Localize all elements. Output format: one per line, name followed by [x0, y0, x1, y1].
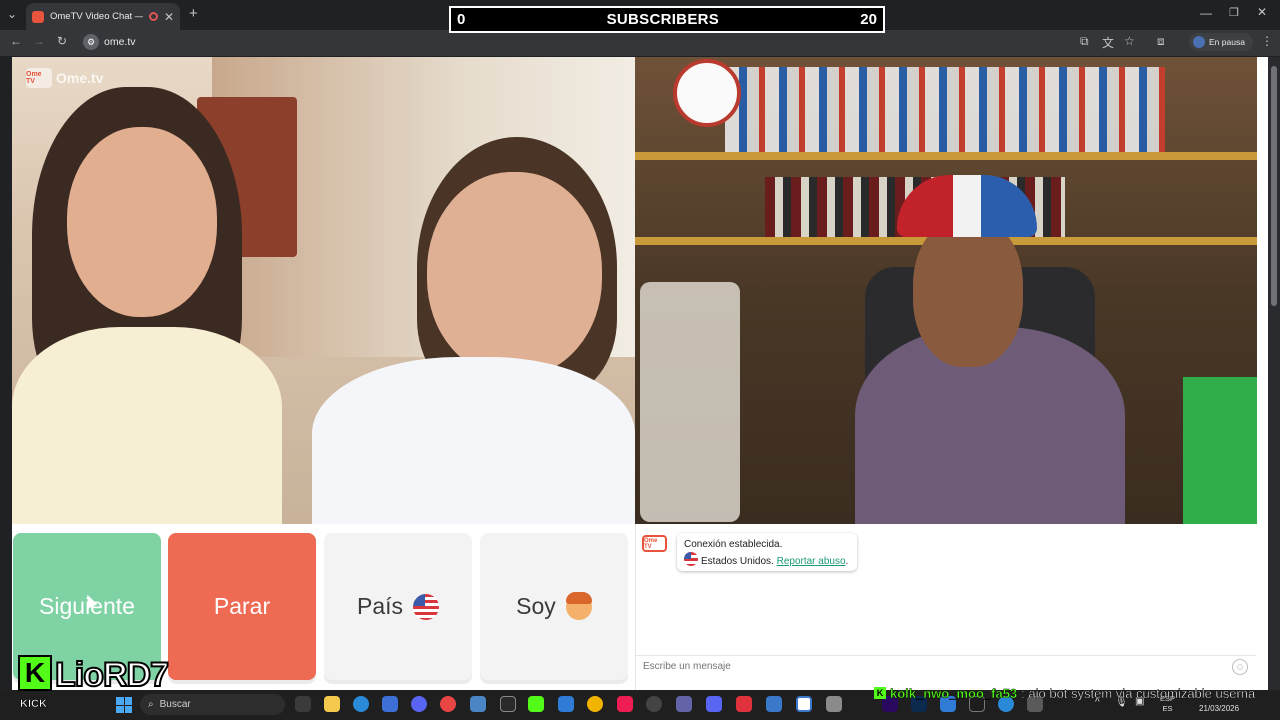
cast-icon[interactable]: ⧉ [1080, 34, 1089, 49]
tiktok-icon[interactable] [617, 696, 633, 712]
stranger-video [12, 57, 635, 524]
wall-clock [673, 59, 741, 127]
stop-button-label: Parar [213, 593, 271, 619]
forward-arrow-icon[interactable]: → [33, 34, 45, 48]
chrome-icon[interactable] [587, 696, 603, 712]
window-close-icon[interactable]: ✕ [1257, 5, 1267, 19]
kebab-menu-icon[interactable]: ⋮ [1261, 34, 1273, 48]
app-icon[interactable] [706, 696, 722, 712]
person-body [12, 327, 282, 524]
profile-button[interactable]: En pausa [1189, 33, 1253, 51]
translate-icon[interactable]: 文 [1102, 34, 1114, 51]
self-video [635, 57, 1257, 524]
subscriber-label: SUBSCRIBERS [606, 11, 720, 28]
ometv-favicon-icon [32, 10, 44, 23]
discord-icon[interactable] [411, 696, 427, 712]
subscriber-count-current: 0 [457, 11, 466, 28]
ticker-message: : aio bot system via customizable userna [1021, 685, 1256, 701]
store-icon[interactable] [382, 696, 398, 712]
kick-label: KICK [20, 698, 47, 711]
ometv-watermark: Ome TV Ome.tv [26, 68, 103, 88]
recording-icon [148, 12, 158, 21]
subscriber-count-goal: 20 [860, 11, 877, 28]
cookie-jar [640, 282, 740, 522]
edge-icon[interactable] [353, 696, 369, 712]
plus-icon[interactable]: + [189, 5, 198, 22]
tab-menu-icon[interactable]: ⌄ [7, 7, 17, 21]
person-face [913, 217, 1023, 367]
country-line: Estados Unidos. Reportar abuso. [684, 552, 850, 569]
country-button-label: País [356, 593, 404, 619]
avatar [1193, 36, 1205, 48]
ometv-avatar: Ome TV [642, 535, 667, 552]
date: 21/03/2026 [1199, 704, 1240, 713]
search-placeholder: Buscar [159, 699, 191, 710]
keyboard-layout: ES [1162, 704, 1173, 713]
subscriber-counter: 0 SUBSCRIBERS 20 [449, 6, 885, 33]
country-button[interactable]: País [324, 533, 472, 680]
app-icon[interactable] [766, 696, 782, 712]
chat-ticker: K kolk_nwo_moo_fa53 : aio bot system via… [874, 684, 1255, 702]
us-flag-icon [413, 593, 440, 620]
connection-message: Conexión establecida. [684, 539, 783, 550]
person-face [67, 127, 217, 317]
kick-logo-icon: K [18, 655, 52, 691]
streamer-badge: K LioRD7 [18, 655, 170, 695]
close-icon[interactable]: ✕ [164, 10, 174, 24]
browser-tab[interactable]: OmeTV Video Chat — Ome ✕ [26, 3, 180, 30]
kick-badge-icon: K [874, 687, 886, 699]
obs-icon[interactable] [440, 696, 456, 712]
profile-status: En pausa [1209, 37, 1245, 47]
system-message: Conexión establecida. Estados Unidos. Re… [677, 533, 857, 571]
green-crate [1183, 377, 1257, 524]
app-icon[interactable] [826, 696, 842, 712]
gender-button-label: Soy [516, 593, 556, 619]
shelf-products [725, 67, 1165, 152]
star-icon[interactable]: ☆ [1124, 34, 1135, 48]
task-view-icon[interactable] [295, 696, 311, 712]
app-icon[interactable] [736, 696, 752, 712]
epic-games-icon[interactable] [500, 696, 516, 712]
stop-button[interactable]: Parar [168, 533, 316, 680]
shelf [635, 152, 1257, 160]
app-icon[interactable] [796, 696, 812, 712]
country-text: Estados Unidos. [701, 556, 774, 567]
app-icon[interactable] [558, 696, 574, 712]
person-face [427, 172, 602, 377]
boy-emoji-icon [565, 591, 592, 620]
extensions-icon[interactable]: ⧈ [1157, 34, 1165, 49]
gender-button[interactable]: Soy [480, 533, 628, 680]
app-icon[interactable] [646, 696, 662, 712]
search-icon: ⌕ [148, 699, 154, 710]
teams-icon[interactable] [676, 696, 692, 712]
windows-start-icon[interactable] [116, 697, 132, 713]
ometv-logo-icon: Ome TV [26, 68, 52, 88]
reload-icon[interactable]: ↻ [57, 34, 67, 48]
site-info-icon[interactable]: ⚙ [83, 34, 99, 50]
kick-app-icon[interactable] [528, 696, 544, 712]
scrollbar-thumb[interactable] [1271, 66, 1277, 306]
address-bar[interactable]: ome.tv [104, 36, 136, 48]
message-input[interactable] [643, 661, 1213, 672]
ticker-username: kolk_nwo_moo_fa53 [890, 685, 1018, 701]
person-body [312, 357, 635, 524]
restore-icon[interactable]: ❐ [1229, 6, 1239, 19]
tab-title: OmeTV Video Chat — Ome [50, 11, 143, 22]
report-suffix: . [845, 556, 849, 567]
us-flag-icon [684, 552, 698, 566]
minimize-icon[interactable]: — [1200, 6, 1212, 20]
emoji-icon[interactable]: ☺ [1232, 659, 1248, 675]
app-icon[interactable] [470, 696, 486, 712]
chat-divider [636, 655, 1256, 656]
back-arrow-icon[interactable]: ← [10, 34, 22, 48]
streamer-name: LioRD7 [54, 655, 170, 695]
taskbar-search[interactable]: ⌕ Buscar [140, 694, 285, 715]
report-abuse-link[interactable]: Reportar abuso [777, 556, 846, 567]
ometv-logo-text: Ome.tv [56, 70, 104, 86]
file-explorer-icon[interactable] [324, 696, 340, 712]
